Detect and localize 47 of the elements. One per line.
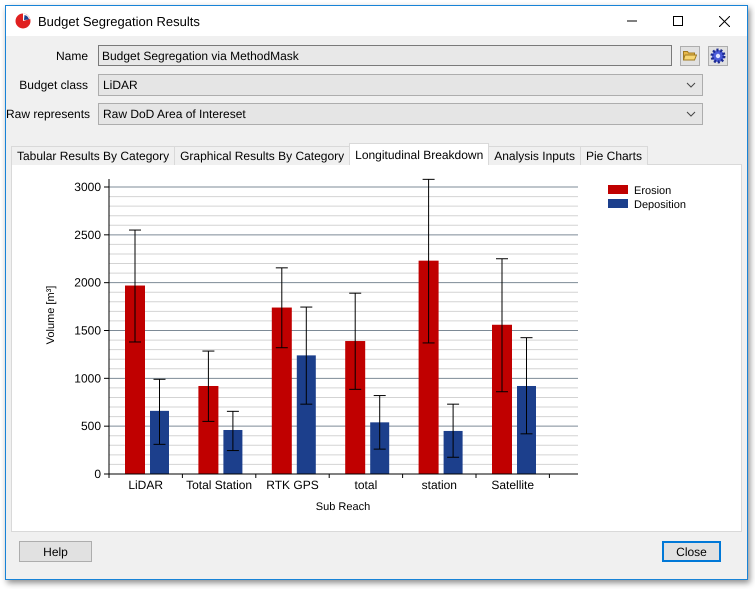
y-tick-label: 3000	[74, 180, 101, 194]
close-icon	[718, 16, 730, 26]
error-bar	[226, 410, 240, 452]
category-label: RTK GPS	[266, 478, 319, 492]
folder-icon	[683, 50, 697, 61]
tab[interactable]: Pie Charts	[580, 146, 648, 165]
legend-label: Deposition	[634, 199, 686, 211]
y-tick-label: 1500	[74, 324, 101, 338]
y-tick-label: 1000	[74, 371, 101, 386]
window-title: Budget Segregation Results	[38, 14, 201, 28]
dialog-button[interactable]: Help	[19, 541, 92, 562]
category-label: Satellite	[491, 478, 534, 492]
tab[interactable]: Tabular Results By Category	[11, 146, 176, 165]
y-axis-title: Volume [m³]	[45, 286, 57, 344]
tab[interactable]: Analysis Inputs	[488, 146, 581, 165]
y-tick-label: 2000	[74, 276, 101, 290]
error-bar	[446, 404, 460, 458]
category-label: total	[354, 478, 378, 492]
y-tick-label: 500	[80, 419, 101, 434]
bar	[444, 430, 463, 474]
tab[interactable]: Graphical Results By Category	[174, 146, 350, 165]
category-label: LiDAR	[128, 478, 164, 492]
folder-button[interactable]	[680, 46, 700, 66]
dropdown[interactable]: Raw DoD Area of Intereset	[98, 102, 703, 124]
name-field[interactable]: Budget Segregation via MethodMask	[98, 45, 672, 66]
error-bar	[373, 395, 386, 450]
pie-chart-icon	[15, 13, 31, 29]
x-axis-title: Sub Reach	[316, 501, 370, 513]
field-label: Budget class	[18, 78, 88, 92]
category-label: Total Station	[186, 478, 252, 492]
dialog-button[interactable]: Close	[662, 541, 721, 562]
y-tick-label: 2500	[74, 228, 101, 242]
category-label: station	[422, 478, 457, 492]
tab[interactable]: Longitudinal Breakdown	[349, 143, 490, 165]
field-label: Raw represents	[6, 106, 88, 120]
error-bar	[153, 378, 166, 445]
bar	[150, 410, 169, 474]
bar	[223, 430, 242, 474]
settings-icon	[710, 48, 726, 64]
settings-button[interactable]	[708, 46, 728, 66]
legend-label: Erosion	[634, 185, 672, 197]
bar	[370, 422, 390, 474]
maximize-icon	[673, 16, 683, 26]
error-bar	[202, 350, 215, 422]
field-label: Name	[54, 48, 88, 62]
dropdown[interactable]: LiDAR	[98, 74, 703, 96]
y-tick-label: 0	[94, 467, 101, 481]
